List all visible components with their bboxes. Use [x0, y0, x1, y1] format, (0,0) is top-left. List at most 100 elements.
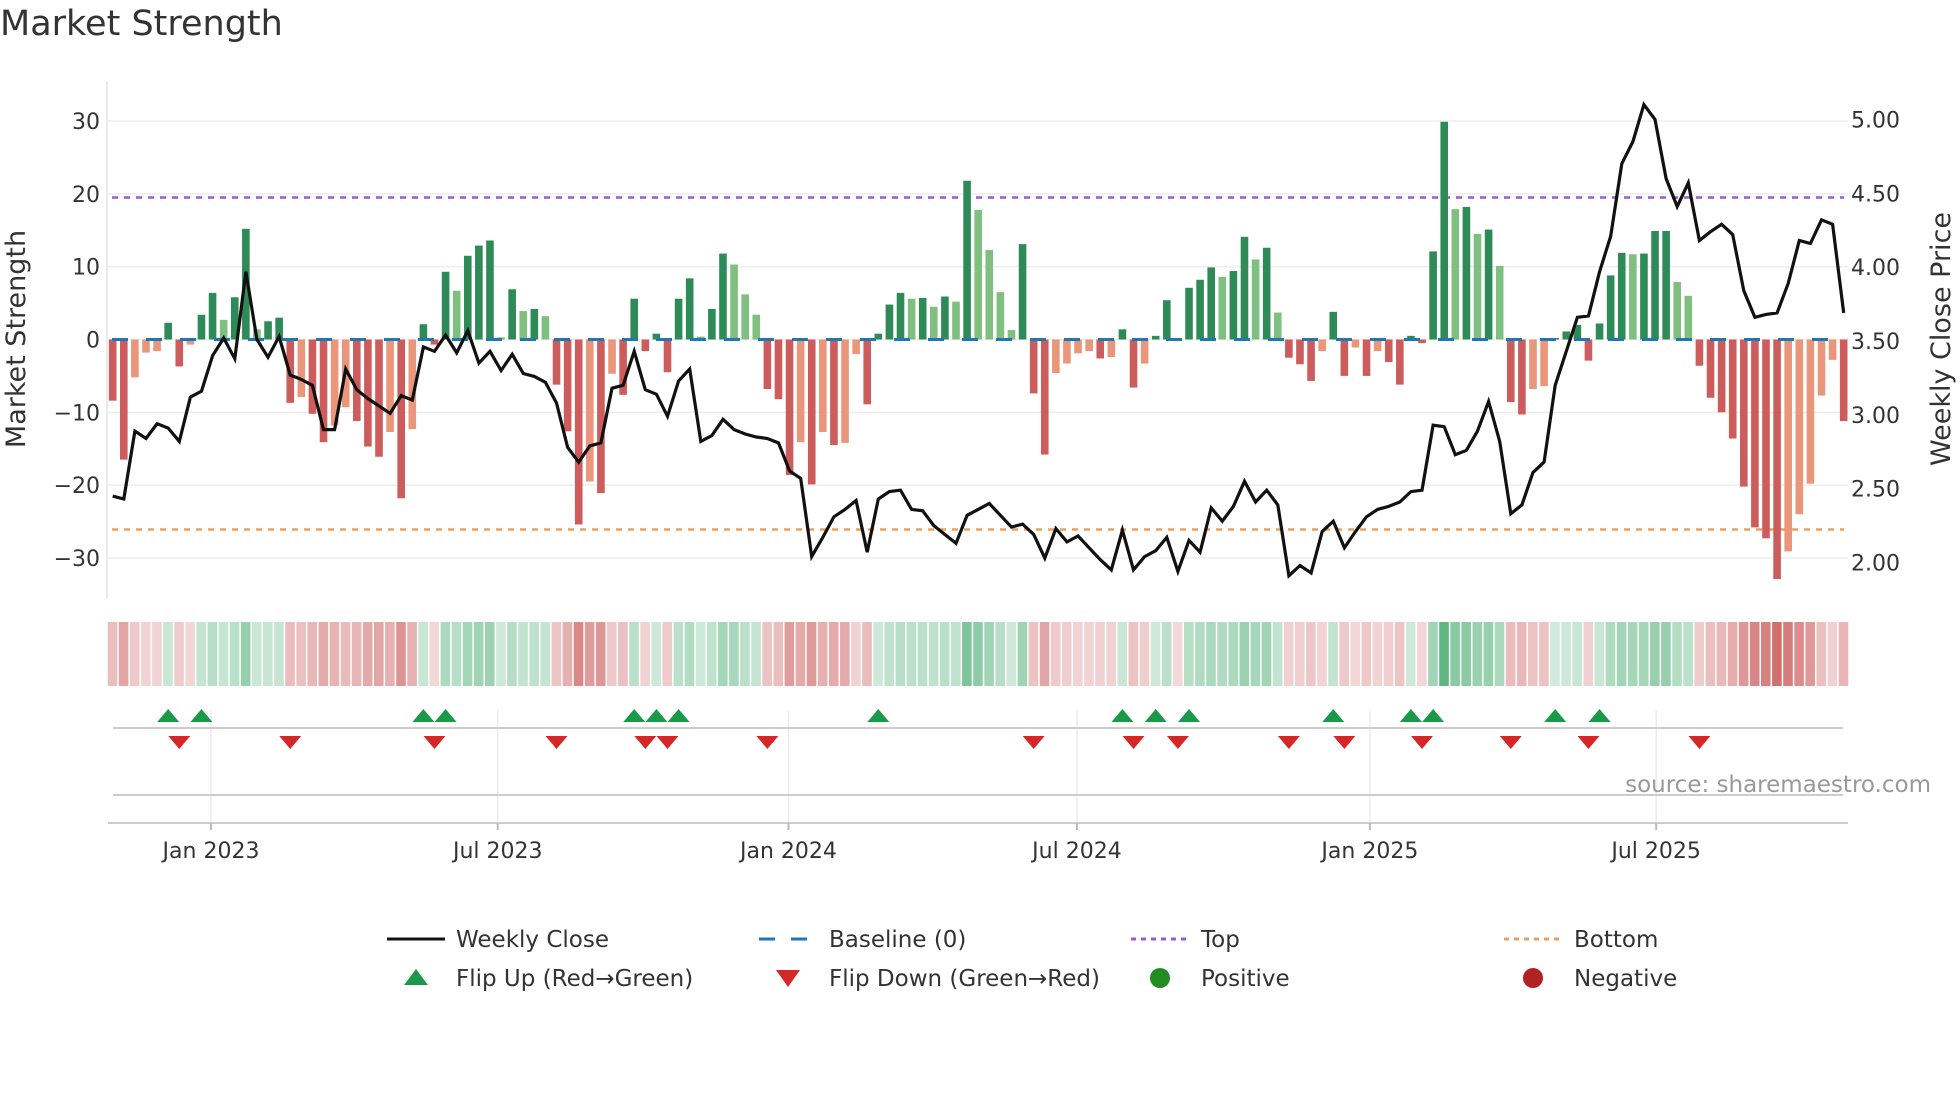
heat-cell — [729, 622, 739, 686]
flip-down-marker — [279, 736, 302, 749]
heat-cell — [795, 622, 806, 686]
heat-cell — [518, 622, 528, 686]
legend-label: Weekly Close — [456, 927, 609, 953]
legend-item-positive: Positive — [1150, 966, 1290, 992]
negative-bar — [785, 339, 794, 475]
negative-bar — [1584, 339, 1593, 361]
negative-bar — [1085, 339, 1093, 352]
heat-cell — [840, 622, 850, 686]
flip-down-marker — [1333, 736, 1356, 749]
flip-up-marker — [667, 709, 690, 722]
heat-cell — [1738, 622, 1749, 686]
legend-item-bottom: Bottom — [1504, 927, 1658, 953]
negative-bar — [1351, 339, 1360, 348]
heat-cell — [296, 622, 306, 686]
heat-cell — [1184, 622, 1194, 686]
negative-bar — [1040, 339, 1049, 455]
heat-cell — [496, 622, 506, 686]
heat-cell — [274, 622, 284, 686]
negative-bar — [308, 339, 317, 414]
heat-cell — [928, 622, 939, 686]
heat-cell — [1283, 622, 1294, 686]
x-tick-label: Jul 2023 — [451, 839, 543, 864]
heat-cell — [1783, 622, 1793, 686]
flip-up-marker — [1422, 709, 1445, 722]
heat-cell — [1561, 622, 1571, 686]
y2-tick-label: 4.50 — [1851, 182, 1900, 207]
negative-bar — [1384, 339, 1393, 363]
heat-cell — [307, 622, 318, 686]
positive-bar — [730, 264, 738, 340]
flip-up-marker — [1111, 709, 1134, 722]
circle-icon — [1150, 968, 1170, 988]
heat-cell — [1195, 622, 1205, 686]
negative-bar — [1307, 339, 1315, 382]
heat-cell — [1339, 622, 1349, 686]
heat-cell — [396, 622, 406, 686]
legend-label: Negative — [1574, 966, 1677, 992]
negative-bar — [1052, 339, 1060, 373]
heat-cell — [251, 622, 262, 686]
heat-cell — [618, 622, 628, 686]
heat-cell — [873, 622, 883, 686]
heat-cell — [1627, 622, 1638, 686]
heat-cell — [1361, 622, 1372, 686]
flip-down-marker — [1122, 736, 1145, 749]
positive-bar — [708, 308, 716, 340]
triangle-down-icon — [776, 970, 800, 987]
positive-bar — [885, 304, 894, 340]
heat-cell — [1450, 622, 1460, 686]
heat-cell — [185, 622, 195, 686]
y-tick-label: 0 — [86, 329, 100, 354]
heat-cell — [351, 622, 362, 686]
heat-cell — [240, 622, 251, 686]
heat-cell — [207, 622, 218, 686]
y2-tick-label: 4.00 — [1851, 256, 1900, 281]
negative-bar — [175, 339, 184, 367]
heat-cell — [817, 622, 828, 686]
heat-cell — [1761, 622, 1771, 686]
positive-bar — [1651, 231, 1659, 340]
heat-cell — [973, 622, 983, 686]
flip-up-marker — [1178, 709, 1201, 722]
positive-bar — [996, 292, 1005, 340]
heat-cell — [1261, 622, 1272, 686]
positive-bar — [1684, 295, 1693, 340]
heat-cell — [1439, 622, 1449, 686]
positive-bar — [1640, 253, 1648, 340]
y2-tick-label: 2.50 — [1851, 478, 1900, 503]
heat-cell — [895, 622, 906, 686]
negative-bar — [552, 339, 561, 385]
negative-bar — [1063, 339, 1071, 364]
negative-bar — [807, 339, 816, 485]
heat-cell — [784, 622, 795, 686]
heat-cell — [595, 622, 606, 686]
heat-cell — [229, 622, 240, 686]
y-tick-label: −10 — [54, 401, 100, 426]
heat-cell — [529, 622, 539, 686]
positive-bar — [1462, 206, 1471, 340]
flip-down-marker — [656, 736, 679, 749]
negative-bar — [1396, 339, 1404, 385]
negative-bar — [819, 339, 827, 432]
heat-cell — [1594, 622, 1605, 686]
heat-cell — [152, 622, 162, 686]
heat-cell — [1139, 622, 1150, 686]
negative-bar — [1362, 339, 1371, 376]
heat-cell — [629, 622, 639, 686]
negative-bar — [1762, 339, 1770, 539]
flip-up-marker — [412, 709, 435, 722]
positive-bar — [930, 306, 938, 340]
negative-bar — [1695, 339, 1704, 366]
positive-bar — [208, 292, 217, 340]
heat-cell — [1461, 622, 1472, 686]
heat-cell — [1705, 622, 1716, 686]
flip-down-marker — [423, 736, 446, 749]
flip-down-marker — [1411, 736, 1434, 749]
heat-cell — [740, 622, 750, 686]
heat-cell — [407, 622, 417, 686]
positive-bar — [1662, 231, 1670, 340]
negative-bar — [1107, 339, 1116, 357]
heat-cell — [1272, 622, 1283, 686]
negative-bar — [608, 339, 616, 374]
